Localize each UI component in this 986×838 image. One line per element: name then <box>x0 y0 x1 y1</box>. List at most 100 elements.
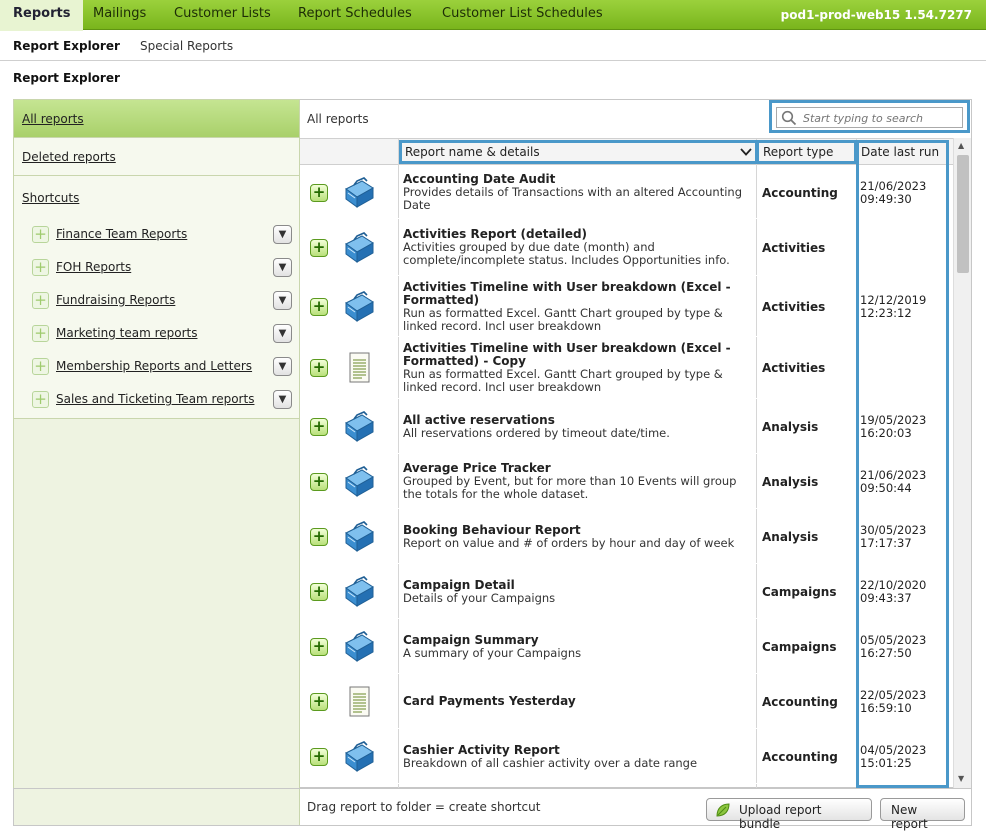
column-header-type[interactable]: Report type <box>763 145 833 159</box>
plus-icon: + <box>32 358 49 375</box>
vertical-scrollbar[interactable]: ▲ ▼ <box>953 138 971 788</box>
shortcut-item[interactable]: + FOH Reports ▼ <box>14 258 299 282</box>
add-shortcut-icon[interactable]: + <box>310 748 328 766</box>
scroll-down-icon[interactable]: ▼ <box>958 774 964 783</box>
shortcut-item[interactable]: + Marketing team reports ▼ <box>14 324 299 348</box>
shortcuts-link[interactable]: Shortcuts <box>22 191 79 205</box>
table-row[interactable]: + Campaign Summary A summary of your Campa… <box>300 619 953 674</box>
sidebar-item-deleted-reports[interactable]: Deleted reports <box>14 138 299 176</box>
table-row[interactable]: + Booking Behaviour Report Report on value… <box>300 509 953 564</box>
chevron-down-icon[interactable]: ▼ <box>273 291 292 310</box>
toolbox-icon <box>342 410 376 444</box>
run-time: 09:43:37 <box>860 591 912 605</box>
search-input[interactable] <box>801 110 959 126</box>
tab-reports[interactable]: Reports <box>0 0 84 31</box>
tab-report-schedules[interactable]: Report Schedules <box>298 6 412 21</box>
document-icon <box>342 685 376 719</box>
upload-report-bundle-button[interactable]: Upload report bundle <box>706 798 872 831</box>
new-report-button[interactable]: New report <box>880 798 965 831</box>
table-row[interactable]: + Campaign Detail Details of your Campaign… <box>300 564 953 619</box>
table-row[interactable]: + Cashier Activity Report Breakdown of all… <box>300 729 953 784</box>
report-table: Report name & details Report type Date l… <box>300 138 953 788</box>
add-shortcut-icon[interactable]: + <box>310 418 328 436</box>
report-type: Analysis <box>762 420 819 434</box>
shortcut-item[interactable]: + Membership Reports and Letters ▼ <box>14 357 299 381</box>
table-row[interactable]: + Card Payments Yesterday Accounting 22/05/… <box>300 674 953 729</box>
subnav-special-reports[interactable]: Special Reports <box>140 39 233 53</box>
shortcut-link[interactable]: Marketing team reports <box>56 326 197 340</box>
shortcut-item[interactable]: + Sales and Ticketing Team reports ▼ <box>14 390 299 414</box>
report-description: All reservations ordered by timeout date… <box>403 426 670 440</box>
date-last-run: 22/10/2020 09:43:37 <box>860 579 940 605</box>
toolbox-icon <box>342 231 376 265</box>
sidebar-item-all-reports[interactable]: All reports <box>14 100 299 138</box>
report-description: A summary of your Campaigns <box>403 646 582 660</box>
report-description: Provides details of Transactions with an… <box>403 185 743 212</box>
date-last-run: 21/06/2023 09:50:44 <box>860 469 940 495</box>
chevron-down-icon[interactable] <box>740 147 752 157</box>
report-title[interactable]: Activities Timeline with User breakdown … <box>403 342 748 368</box>
report-list-panel: All reports Report name & details Report… <box>300 99 972 788</box>
chevron-down-icon[interactable]: ▼ <box>273 390 292 409</box>
toolbox-icon <box>342 630 376 664</box>
report-description: Grouped by Event, but for more than 10 E… <box>403 474 737 501</box>
table-row[interactable]: + All active reservations All reservations… <box>300 399 953 454</box>
report-type: Analysis <box>762 475 819 489</box>
sub-navigation: Report Explorer Special Reports <box>0 31 986 61</box>
date-last-run: 30/05/2023 17:17:37 <box>860 524 940 550</box>
tab-customer-list-schedules[interactable]: Customer List Schedules <box>442 6 603 21</box>
report-title[interactable]: Card Payments Yesterday <box>403 695 748 708</box>
column-header-name[interactable]: Report name & details <box>405 145 540 159</box>
add-shortcut-icon[interactable]: + <box>310 184 328 202</box>
table-row[interactable]: + Accounting Date Audit Provides details o… <box>300 166 953 219</box>
folder-sidebar: All reports Deleted reports Shortcuts + … <box>13 99 300 826</box>
report-type: Accounting <box>762 750 838 764</box>
deleted-reports-link[interactable]: Deleted reports <box>22 150 116 164</box>
chevron-down-icon[interactable]: ▼ <box>273 258 292 277</box>
table-row[interactable]: + Activities Timeline with User breakdown… <box>300 337 953 399</box>
report-description: Breakdown of all cashier activity over a… <box>403 756 698 770</box>
drag-hint: Drag report to folder = create shortcut <box>307 800 541 814</box>
table-row[interactable]: + Activities Report (detailed) Activities … <box>300 219 953 276</box>
plus-icon: + <box>32 226 49 243</box>
add-shortcut-icon[interactable]: + <box>310 239 328 257</box>
add-shortcut-icon[interactable]: + <box>310 473 328 491</box>
add-shortcut-icon[interactable]: + <box>310 693 328 711</box>
subnav-report-explorer[interactable]: Report Explorer <box>13 39 120 53</box>
new-report-label: New report <box>891 803 928 831</box>
search-box[interactable] <box>776 107 963 128</box>
shortcut-link[interactable]: Finance Team Reports <box>56 227 187 241</box>
shortcut-link[interactable]: Membership Reports and Letters <box>56 359 252 373</box>
all-reports-link[interactable]: All reports <box>22 112 84 126</box>
shortcut-link[interactable]: FOH Reports <box>56 260 131 274</box>
tab-customer-lists[interactable]: Customer Lists <box>174 6 271 21</box>
table-row[interactable]: + Activities Timeline with User breakdown… <box>300 276 953 337</box>
date-last-run: 04/05/2023 15:01:25 <box>860 744 940 770</box>
scroll-up-icon[interactable]: ▲ <box>958 141 964 150</box>
report-title[interactable]: Activities Timeline with User breakdown … <box>403 281 748 307</box>
add-shortcut-icon[interactable]: + <box>310 583 328 601</box>
date-last-run: 12/12/2019 12:23:12 <box>860 294 940 320</box>
column-header-date[interactable]: Date last run <box>861 145 939 159</box>
shortcut-link[interactable]: Fundraising Reports <box>56 293 175 307</box>
add-shortcut-icon[interactable]: + <box>310 359 328 377</box>
shortcut-link[interactable]: Sales and Ticketing Team reports <box>56 392 254 406</box>
plus-icon: + <box>32 325 49 342</box>
tab-mailings[interactable]: Mailings <box>93 6 146 21</box>
add-shortcut-icon[interactable]: + <box>310 638 328 656</box>
chevron-down-icon[interactable]: ▼ <box>273 225 292 244</box>
report-type: Activities <box>762 361 826 375</box>
run-time: 16:59:10 <box>860 701 912 715</box>
shortcut-item[interactable]: + Fundraising Reports ▼ <box>14 291 299 315</box>
sidebar-item-shortcuts[interactable]: Shortcuts <box>14 176 299 216</box>
plus-icon: + <box>32 259 49 276</box>
date-last-run: 22/05/2023 16:59:10 <box>860 689 940 715</box>
chevron-down-icon[interactable]: ▼ <box>273 324 292 343</box>
add-shortcut-icon[interactable]: + <box>310 528 328 546</box>
chevron-down-icon[interactable]: ▼ <box>273 357 292 376</box>
scrollbar-thumb[interactable] <box>957 155 969 273</box>
add-shortcut-icon[interactable]: + <box>310 298 328 316</box>
run-time: 12:23:12 <box>860 306 912 320</box>
shortcut-item[interactable]: + Finance Team Reports ▼ <box>14 225 299 249</box>
table-row[interactable]: + Average Price Tracker Grouped by Event, … <box>300 454 953 509</box>
